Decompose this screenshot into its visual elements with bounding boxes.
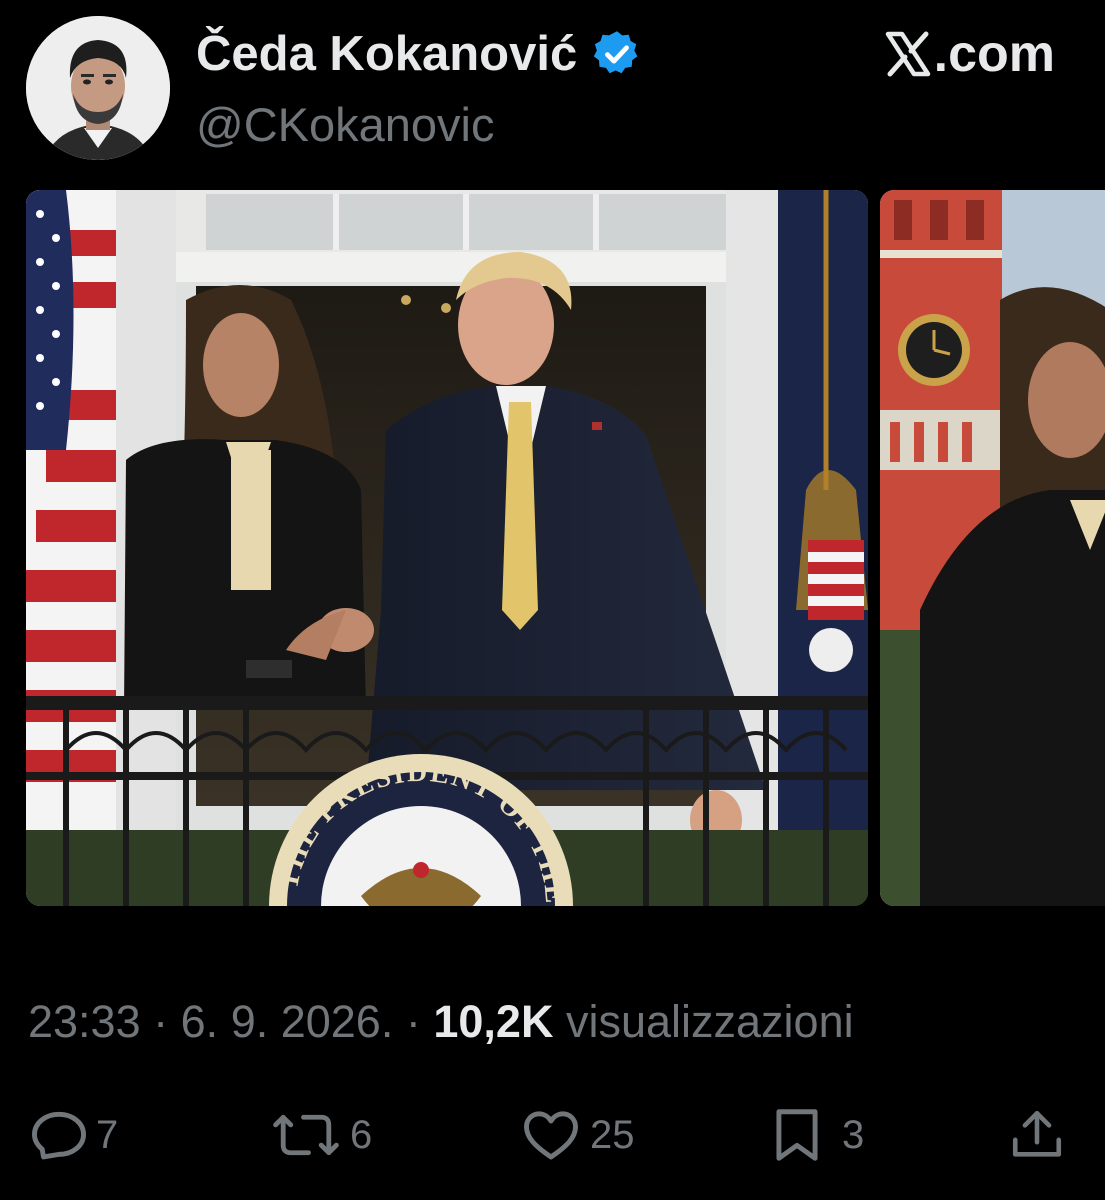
tweet-action-bar: 7 6 25 3 [0, 1104, 1105, 1168]
like-count: 25 [590, 1112, 635, 1157]
brand-label: .com [933, 25, 1055, 83]
photo-2-image [880, 190, 1105, 906]
author-handle[interactable]: @CKokanovic [196, 98, 495, 152]
share-button[interactable] [1008, 1104, 1066, 1166]
bookmark-icon [766, 1104, 828, 1166]
reply-button[interactable]: 7 [28, 1104, 118, 1166]
views-label: visualizzazioni [565, 996, 854, 1047]
reply-icon [28, 1104, 90, 1166]
reply-count: 7 [96, 1112, 119, 1157]
photo-1-image: THE PRESIDENT OF THE UNITED [26, 190, 868, 906]
meta-separator: · [153, 996, 169, 1047]
avatar-photo [26, 16, 170, 160]
views-count: 10,2K [433, 996, 554, 1047]
tweet-photo-1[interactable]: THE PRESIDENT OF THE UNITED [26, 190, 868, 906]
x-logo-icon [884, 30, 932, 78]
repost-icon [268, 1104, 344, 1166]
verified-badge-icon [591, 28, 643, 80]
author-avatar[interactable] [26, 16, 170, 160]
author-display-name-row[interactable]: Čeda Kokanović [196, 26, 643, 82]
bookmark-button[interactable]: 3 [766, 1104, 864, 1166]
brand-watermark: .com [884, 26, 1055, 82]
tweet-date[interactable]: 6. 9. 2026. [181, 996, 394, 1047]
share-icon [1008, 1104, 1066, 1166]
author-display-name[interactable]: Čeda Kokanović [196, 26, 577, 82]
heart-icon [518, 1104, 584, 1166]
repost-count: 6 [350, 1112, 373, 1157]
meta-separator: · [405, 996, 421, 1047]
tweet-meta: 23:33 · 6. 9. 2026. · 10,2K visualizzazi… [28, 996, 854, 1048]
tweet-photo-2[interactable] [880, 190, 1105, 906]
tweet-time[interactable]: 23:33 [28, 996, 141, 1047]
bookmark-count: 3 [842, 1112, 865, 1157]
repost-button[interactable]: 6 [268, 1104, 372, 1166]
like-button[interactable]: 25 [518, 1104, 635, 1166]
